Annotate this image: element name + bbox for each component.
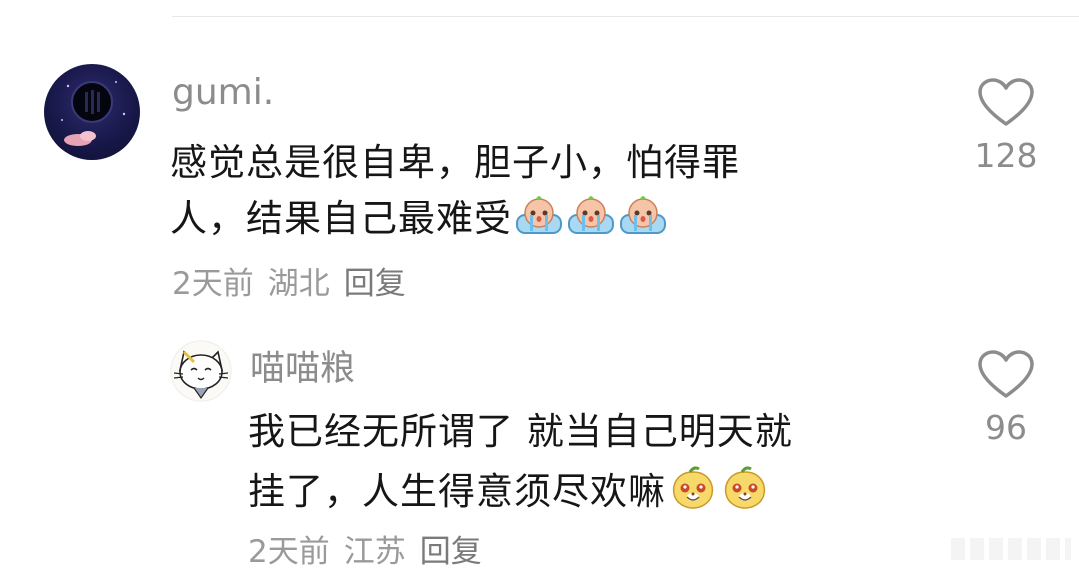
- comment-item: gumi. 感觉总是很自卑，胆子小，怕得罪 人，结果自己最难受 2天前 湖北 回复 …: [0, 0, 1079, 310]
- comment-text-line: 人，结果自己最难受: [170, 191, 930, 247]
- comment-text-line: 挂了，人生得意须尽欢嘛: [248, 462, 948, 522]
- cartoon-cat-avatar-icon: [170, 340, 232, 402]
- watermark: [951, 538, 1071, 560]
- reply-button[interactable]: 回复: [344, 266, 406, 302]
- like-count: 96: [985, 408, 1027, 447]
- happy-mango-emoji-icon: [720, 466, 770, 510]
- comment-meta: 2天前 江苏 回复: [248, 526, 496, 571]
- comment-text-line-text: 挂了，人生得意须尽欢嘛: [248, 470, 666, 513]
- reply-button[interactable]: 回复: [420, 534, 482, 570]
- avatar[interactable]: [44, 64, 140, 160]
- comment-text-line-text: 人，结果自己最难受: [170, 197, 512, 240]
- comment-time: 2天前: [248, 534, 330, 570]
- night-sky-avatar-icon: [61, 81, 126, 146]
- like-count: 128: [974, 136, 1038, 175]
- crying-baby-emoji-icon: [618, 193, 668, 237]
- happy-mango-emoji-icon: [668, 466, 718, 510]
- comment-text-line: 感觉总是很自卑，胆子小，怕得罪: [170, 141, 740, 184]
- comment-item: 喵喵粮 我已经无所谓了 就当自己明天就 挂了，人生得意须尽欢嘛 2天前 江苏 回复 …: [0, 310, 1079, 578]
- like-button[interactable]: 96: [966, 350, 1046, 447]
- heart-icon: [978, 350, 1034, 398]
- username[interactable]: 喵喵粮: [250, 340, 355, 391]
- comment-time: 2天前: [172, 266, 254, 302]
- crying-baby-emoji-icon: [566, 193, 616, 237]
- heart-icon: [978, 78, 1034, 126]
- comment-location: 湖北: [267, 266, 330, 302]
- username[interactable]: gumi.: [172, 72, 274, 113]
- comment-text: 感觉总是很自卑，胆子小，怕得罪 人，结果自己最难受: [170, 135, 930, 247]
- avatar[interactable]: [170, 340, 232, 402]
- comment-location: 江苏: [343, 534, 406, 570]
- comment-text: 我已经无所谓了 就当自己明天就 挂了，人生得意须尽欢嘛: [248, 402, 948, 522]
- comment-text-line: 我已经无所谓了 就当自己明天就: [248, 410, 793, 453]
- like-button[interactable]: 128: [966, 78, 1046, 175]
- comment-meta: 2天前 湖北 回复: [172, 258, 420, 303]
- crying-baby-emoji-icon: [514, 193, 564, 237]
